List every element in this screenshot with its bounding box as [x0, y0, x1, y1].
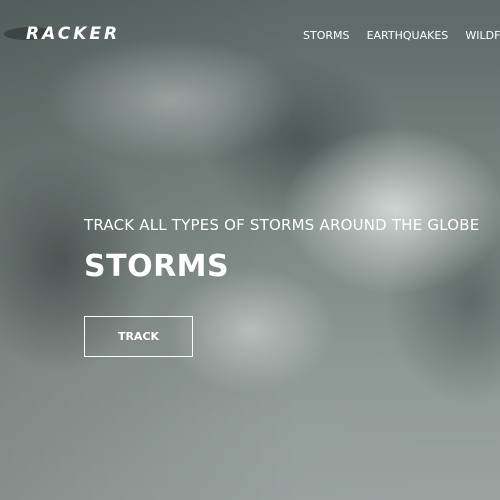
- hero-overlay: [0, 0, 500, 500]
- hero-title: STORMS: [84, 249, 230, 284]
- nav-item-wildfires[interactable]: WILDFIRES: [465, 27, 500, 45]
- track-button[interactable]: TRACK: [84, 316, 193, 357]
- hero-subtitle: TRACK ALL TYPES OF STORMS AROUND THE GLO…: [84, 216, 480, 234]
- hero-background: RACKER STORMS EARTHQUAKES WILDFIRES TRAC…: [0, 0, 500, 500]
- site-logo[interactable]: RACKER: [26, 22, 120, 46]
- nav-item-earthquakes[interactable]: EARTHQUAKES: [367, 27, 449, 45]
- nav-item-storms[interactable]: STORMS: [303, 27, 349, 45]
- nav-menu: STORMS EARTHQUAKES WILDFIRES: [303, 24, 500, 42]
- top-navigation: RACKER STORMS EARTHQUAKES WILDFIRES: [0, 0, 500, 66]
